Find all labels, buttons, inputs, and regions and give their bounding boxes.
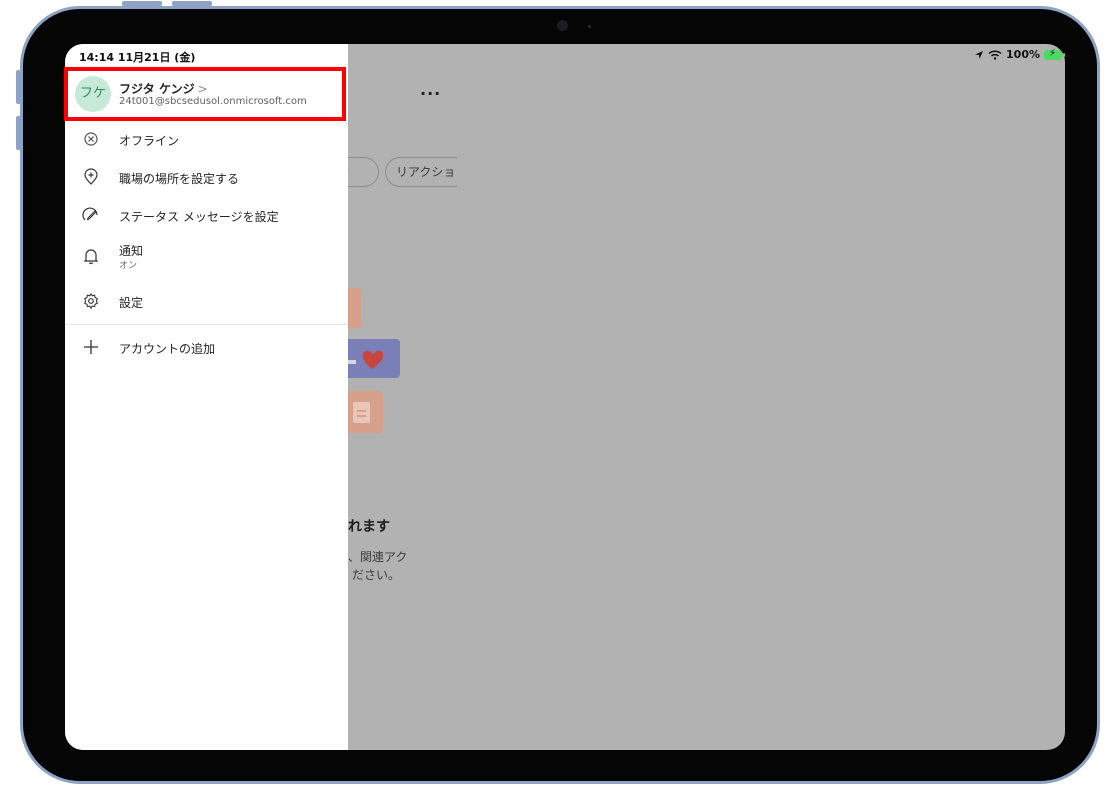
wifi-icon: [988, 49, 1002, 60]
empty-state-desc-2: ださい。: [352, 568, 401, 582]
heart-icon: [344, 350, 384, 369]
menu-item-notifications[interactable]: 通知 オン: [65, 236, 348, 280]
menu-item-work-location[interactable]: 職場の場所を設定する: [65, 160, 348, 194]
menu-item-add-account[interactable]: アカウントの追加: [65, 330, 348, 364]
highlight-box: [64, 67, 346, 121]
volume-up-button: [122, 1, 162, 6]
menu-divider: [65, 324, 348, 325]
menu-label: 職場の場所を設定する: [119, 172, 240, 186]
side-button: [16, 70, 21, 104]
side-button-2: [16, 116, 21, 150]
status-indicators: 100% ⚡: [974, 47, 1065, 61]
document-icon: [353, 402, 370, 423]
menu-item-offline[interactable]: オフライン: [65, 122, 348, 156]
menu-label: アカウントの追加: [119, 342, 216, 356]
screen: ... 信 リアクショ れます 、関連アク ださい。 フケ フジタ ケンジ> 2…: [65, 44, 1065, 750]
menu-label: 設定: [119, 296, 144, 310]
battery-percent: 100%: [1006, 48, 1040, 61]
menu-item-settings[interactable]: 設定: [65, 284, 348, 318]
charging-bolt-icon: ⚡: [1049, 47, 1057, 59]
illustration-card: [342, 339, 400, 378]
illustration-doc: [342, 391, 383, 433]
gear-icon: [81, 291, 101, 311]
menu-label: ステータス メッセージを設定: [119, 210, 279, 224]
location-pin-plus-icon: [81, 167, 101, 187]
menu-label: オフライン: [119, 134, 180, 148]
empty-state-title: れます: [348, 519, 390, 535]
sensor: [588, 25, 591, 28]
front-camera: [557, 20, 568, 31]
more-options-icon[interactable]: ...: [420, 80, 441, 99]
plus-icon: [81, 337, 101, 357]
filter-chip-reactions[interactable]: リアクショ: [385, 157, 457, 187]
pencil-circle-icon: [81, 205, 101, 225]
battery-icon: ⚡: [1044, 47, 1065, 60]
volume-down-button: [172, 1, 212, 6]
menu-item-status-message[interactable]: ステータス メッセージを設定: [65, 198, 348, 232]
empty-state-desc-1: 、関連アク: [348, 550, 408, 564]
offline-circle-x-icon: [81, 129, 101, 149]
account-drawer: フケ フジタ ケンジ > 24t001@sbcsedusol.onmicrosof…: [65, 44, 348, 750]
chip-label: リアクショ: [396, 165, 456, 179]
menu-sublabel: オン: [119, 261, 138, 271]
bell-icon: [81, 246, 101, 266]
menu-label: 通知: [119, 244, 144, 258]
location-arrow-icon: [975, 50, 984, 59]
status-time-date: 14:14 11月21日 (金): [79, 51, 196, 64]
